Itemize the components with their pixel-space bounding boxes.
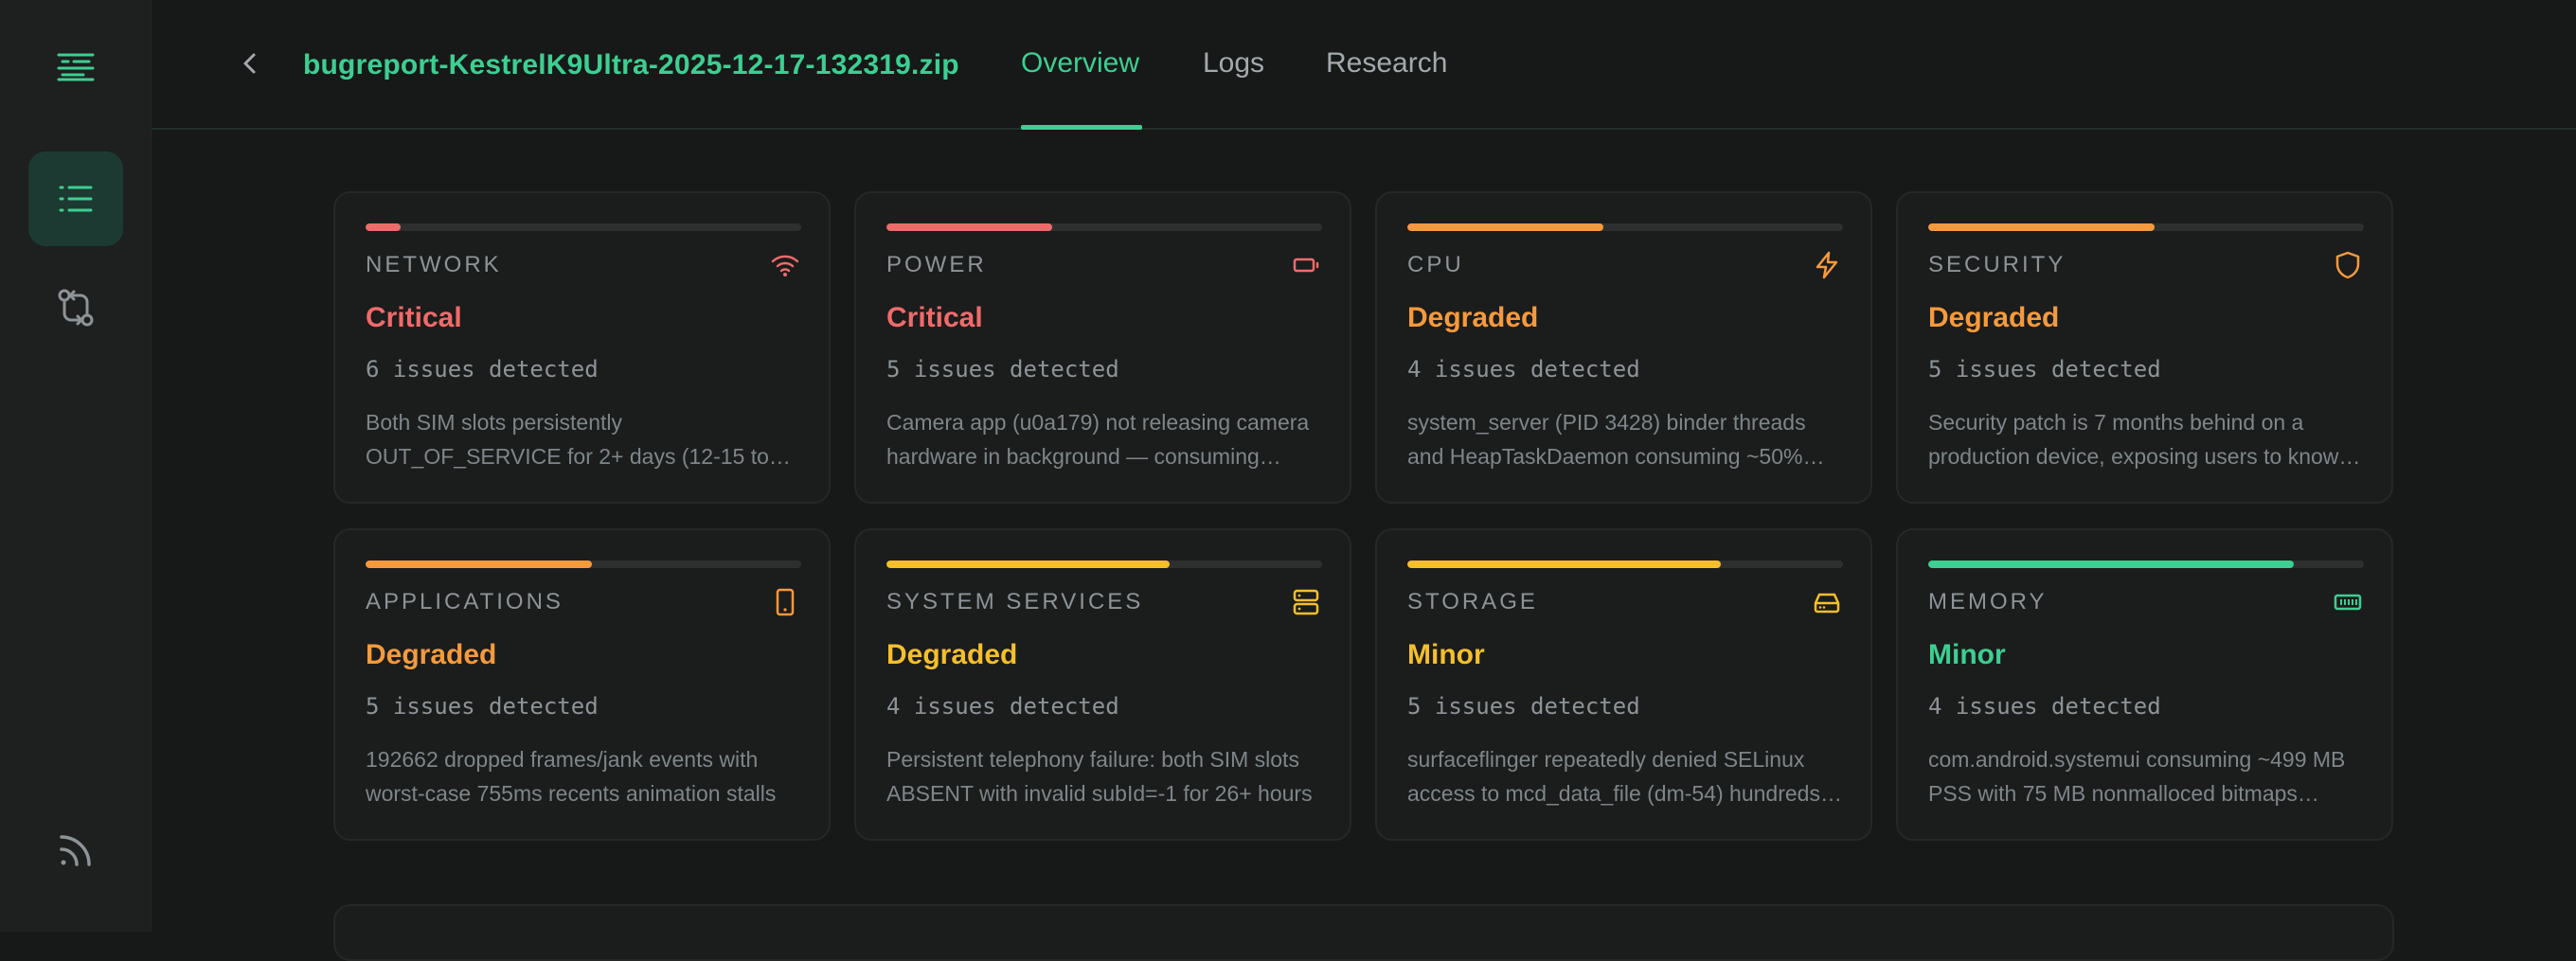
issue-summary: com.android.systemui consuming ~499 MB P… [1928,747,2346,806]
issue-summary: 192662 dropped frames/jank events with w… [366,747,777,806]
battery-icon [1293,258,1319,273]
category-label: POWER [886,252,987,277]
status-text: Degraded [1407,302,1539,333]
status-text: Degraded [366,639,497,670]
category-label: MEMORY [1928,589,2048,614]
tab-overview[interactable]: Overview [1021,47,1139,80]
issue-summary: system_server (PID 3428) binder threads … [1407,410,1806,469]
chevron-left-icon [243,53,256,74]
wifi-icon [771,255,799,276]
list-icon [59,186,93,212]
card-security[interactable]: SECURITY Degraded 5 issues detected Secu… [1896,191,2393,504]
shield-icon [2335,251,2360,279]
severity-bar-fill [1928,223,2156,231]
bolt-icon [1816,251,1838,279]
severity-bar [1928,561,2364,568]
severity-bar [1407,223,1843,231]
status-text: Critical [366,302,462,333]
severity-bar-fill [886,223,1052,231]
severity-bar-fill [1928,561,2295,568]
nav-overview[interactable] [28,151,123,246]
status-text: Critical [886,302,983,333]
memory-icon [2334,594,2362,611]
status-text: Degraded [1928,302,2060,333]
status-text: Minor [1407,639,1485,670]
issue-summary: Persistent telephony failure: both SIM s… [886,747,1313,806]
active-tab-indicator [1021,125,1142,130]
category-label: SYSTEM SERVICES [886,589,1144,614]
server-icon [1293,589,1319,615]
status-text: Minor [1928,639,2006,670]
severity-bar [366,223,801,231]
issues-count: 5 issues detected [366,693,599,720]
severity-bar [886,561,1322,568]
phone-icon [776,588,795,616]
issue-summary: Camera app (u0a179) not releasing camera… [886,410,1310,469]
card-storage[interactable]: STORAGE Minor 5 issues detected surfacef… [1375,528,1872,841]
severity-bar-fill [1407,223,1603,231]
tab-research[interactable]: Research [1326,47,1447,80]
compare-icon [58,289,94,327]
card-applications[interactable]: APPLICATIONS Degraded 5 issues detected … [333,528,831,841]
severity-bar-fill [1407,561,1722,568]
issues-count: 6 issues detected [366,356,599,383]
category-label: STORAGE [1407,589,1538,614]
feed-icon [60,835,91,866]
category-label: SECURITY [1928,252,2066,277]
drive-icon [1814,593,1840,614]
issues-count: 5 issues detected [1928,356,2161,383]
severity-bar [886,223,1322,231]
issues-count: 4 issues detected [1928,693,2161,720]
severity-bar-fill [366,223,401,231]
issues-count: 4 issues detected [1407,356,1640,383]
severity-bar [1928,223,2364,231]
app-logo[interactable] [28,19,123,114]
severity-bar [1407,561,1843,568]
back-button[interactable] [227,40,275,87]
card-cpu[interactable]: CPU Degraded 4 issues detected system_se… [1375,191,1872,504]
details-panel [333,904,2394,961]
tab-logs[interactable]: Logs [1203,47,1264,80]
nav-compare[interactable] [28,260,123,355]
issue-summary: surfaceflinger repeatedly denied SELinux… [1407,747,1845,806]
sidebar [0,0,152,932]
card-power[interactable]: POWER Critical 5 issues detected Camera … [854,191,1351,504]
nav-feed[interactable] [28,803,123,898]
severity-bar [366,561,801,568]
card-system-services[interactable]: SYSTEM SERVICES Degraded 4 issues detect… [854,528,1351,841]
category-label: APPLICATIONS [366,589,564,614]
logo-icon [57,53,95,81]
card-memory[interactable]: MEMORY Minor 4 issues detected com.andro… [1896,528,2393,841]
issues-count: 5 issues detected [1407,693,1640,720]
file-title: bugreport-KestrelK9Ultra-2025-12-17-1323… [303,49,959,80]
top-bar: bugreport-KestrelK9Ultra-2025-12-17-1323… [152,0,2576,130]
category-label: CPU [1407,252,1464,277]
issue-summary: Both SIM slots persistently OUT_OF_SERVI… [366,410,769,469]
category-label: NETWORK [366,252,502,277]
issue-summary: Security patch is 7 months behind on a p… [1928,410,2352,469]
status-text: Degraded [886,639,1018,670]
card-network[interactable]: NETWORK Critical 6 issues detected Both … [333,191,831,504]
severity-bar-fill [886,561,1170,568]
severity-bar-fill [366,561,593,568]
issues-count: 5 issues detected [886,356,1119,383]
issues-count: 4 issues detected [886,693,1119,720]
